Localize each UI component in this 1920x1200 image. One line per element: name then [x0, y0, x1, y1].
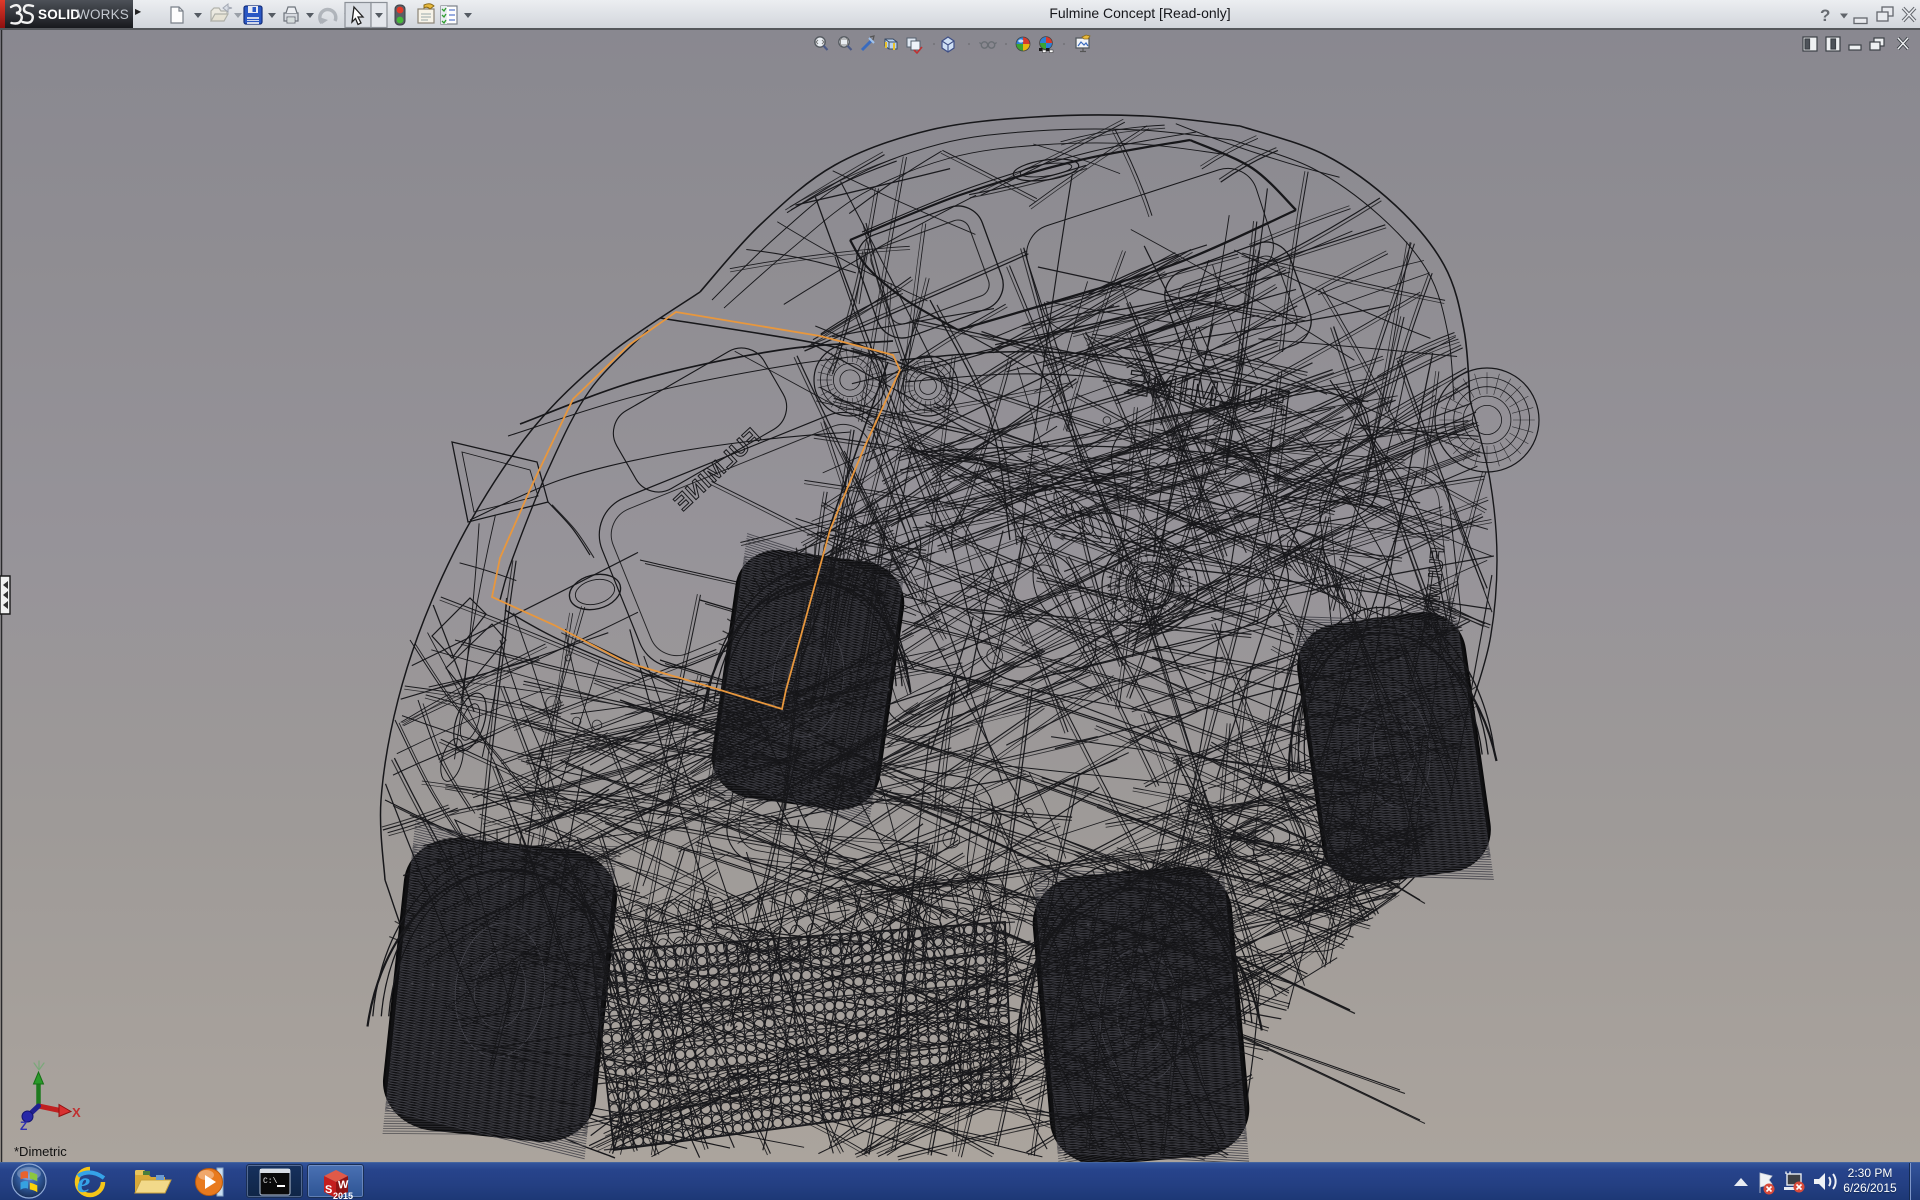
- svg-text:*Dimetric: *Dimetric: [14, 1144, 67, 1159]
- svg-text:?: ?: [1820, 6, 1830, 25]
- svg-text:W: W: [338, 1179, 349, 1192]
- svg-text:S: S: [325, 1184, 332, 1196]
- svg-text:2015: 2015: [333, 1191, 353, 1200]
- svg-text:X: X: [72, 1105, 81, 1120]
- svg-text:Z: Z: [20, 1119, 27, 1133]
- svg-text:C:\: C:\: [263, 1177, 278, 1186]
- svg-text:FULMINE: FULMINE: [668, 423, 766, 517]
